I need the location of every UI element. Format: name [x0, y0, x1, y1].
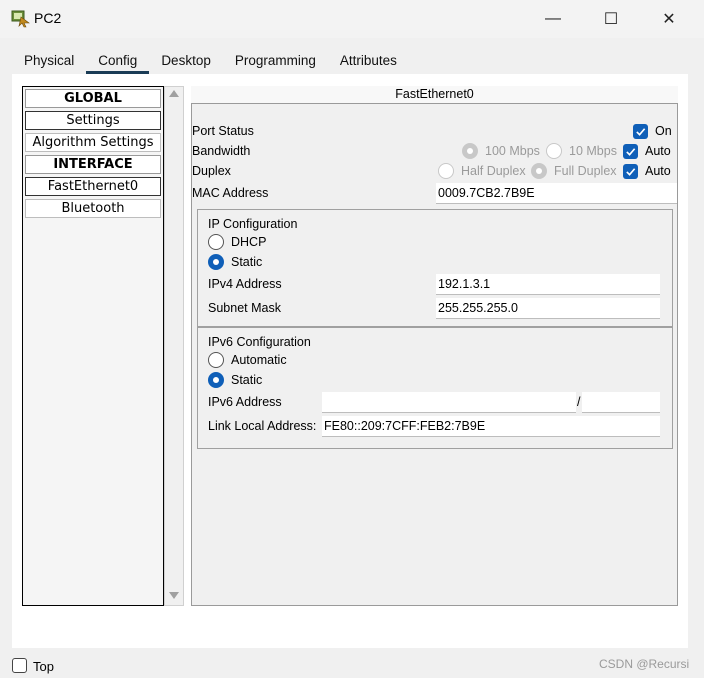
- sidebar-header-interface: INTERFACE: [25, 155, 161, 174]
- tab-config[interactable]: Config: [86, 48, 150, 74]
- port-status-checkbox[interactable]: [633, 124, 648, 139]
- window-title: PC2: [34, 10, 62, 26]
- ipv6-automatic-radio[interactable]: [208, 352, 224, 368]
- interface-title: FastEthernet0: [191, 86, 678, 104]
- sidebar-item-bluetooth[interactable]: Bluetooth: [25, 199, 161, 218]
- duplex-label: Duplex: [192, 164, 231, 178]
- scroll-up-arrow-icon[interactable]: [169, 90, 179, 97]
- maximize-icon: ☐: [603, 11, 619, 28]
- port-status-on-label: On: [655, 124, 672, 138]
- tab-attributes[interactable]: Attributes: [328, 48, 409, 74]
- ipv6-address-label: IPv6 Address: [208, 395, 282, 409]
- minimize-icon: —: [545, 10, 561, 27]
- duplex-full-radio[interactable]: [531, 163, 547, 179]
- tab-bar: Physical Config Desktop Programming Attr…: [12, 48, 409, 74]
- ipv6-static-label: Static: [231, 373, 263, 387]
- ipv4-address-label: IPv4 Address: [208, 277, 282, 291]
- checkmark-icon: [626, 168, 636, 176]
- bandwidth-10-radio[interactable]: [546, 143, 562, 159]
- close-icon: ✕: [662, 11, 676, 28]
- bandwidth-label: Bandwidth: [192, 144, 251, 158]
- ipv6-prefix-separator: /: [577, 395, 581, 409]
- watermark: CSDN @Recursi: [599, 657, 690, 671]
- ipv4-static-radio[interactable]: [208, 254, 224, 270]
- duplex-auto-checkbox[interactable]: [623, 164, 638, 179]
- scroll-down-arrow-icon[interactable]: [169, 592, 179, 599]
- duplex-half-radio[interactable]: [438, 163, 454, 179]
- subnet-mask-input[interactable]: 255.255.255.0: [436, 298, 660, 319]
- ipv4-config-title: IP Configuration: [208, 217, 298, 231]
- ipv6-prefix-input[interactable]: [582, 392, 660, 413]
- mac-address-field[interactable]: 0009.7CB2.7B9E: [436, 183, 677, 204]
- ipv6-config-title: IPv6 Configuration: [208, 335, 311, 349]
- top-checkbox[interactable]: [12, 658, 27, 673]
- sidebar-item-fastethernet0[interactable]: FastEthernet0: [25, 177, 161, 196]
- maximize-button[interactable]: ☐: [582, 0, 640, 38]
- packet-tracer-pc-icon: [10, 8, 30, 28]
- ipv6-static-radio[interactable]: [208, 372, 224, 388]
- sidebar-list: GLOBAL Settings Algorithm Settings INTER…: [22, 86, 164, 606]
- duplex-half-label: Half Duplex: [461, 164, 526, 178]
- top-label: Top: [33, 659, 54, 674]
- bandwidth-100-radio[interactable]: [462, 143, 478, 159]
- ipv4-static-label: Static: [231, 255, 263, 269]
- bandwidth-auto-label: Auto: [645, 144, 671, 158]
- tab-desktop[interactable]: Desktop: [149, 48, 223, 74]
- ipv4-dhcp-radio[interactable]: [208, 234, 224, 250]
- link-local-address-field[interactable]: FE80::209:7CFF:FEB2:7B9E: [322, 416, 660, 437]
- close-button[interactable]: ✕: [640, 0, 698, 38]
- port-status-label: Port Status: [192, 124, 254, 138]
- sidebar-header-global: GLOBAL: [25, 89, 161, 108]
- subnet-mask-label: Subnet Mask: [208, 301, 281, 315]
- checkmark-icon: [626, 148, 636, 156]
- bandwidth-100-label: 100 Mbps: [485, 144, 540, 158]
- checkmark-icon: [636, 128, 646, 136]
- ipv6-automatic-label: Automatic: [231, 353, 287, 367]
- duplex-full-label: Full Duplex: [554, 164, 617, 178]
- link-local-address-label: Link Local Address:: [208, 419, 317, 433]
- bandwidth-10-label: 10 Mbps: [569, 144, 617, 158]
- tab-programming[interactable]: Programming: [223, 48, 328, 74]
- tab-physical[interactable]: Physical: [12, 48, 86, 74]
- ipv6-address-input[interactable]: [322, 392, 576, 413]
- sidebar-item-algorithm-settings[interactable]: Algorithm Settings: [25, 133, 161, 152]
- minimize-button[interactable]: —: [524, 0, 582, 38]
- mac-address-label: MAC Address: [192, 186, 269, 200]
- duplex-auto-label: Auto: [645, 164, 671, 178]
- sidebar-scrollbar[interactable]: [164, 86, 184, 606]
- ipv4-dhcp-label: DHCP: [231, 235, 267, 249]
- ipv4-address-input[interactable]: 192.1.3.1: [436, 274, 660, 295]
- sidebar-item-settings[interactable]: Settings: [25, 111, 161, 130]
- bandwidth-auto-checkbox[interactable]: [623, 144, 638, 159]
